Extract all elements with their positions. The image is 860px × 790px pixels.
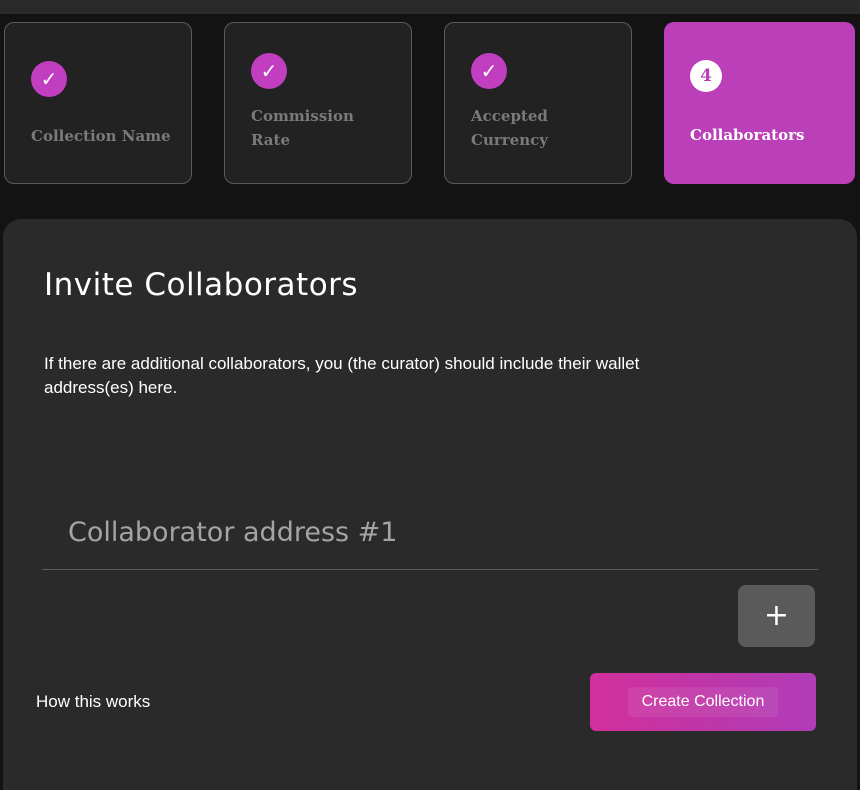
step-accepted-currency[interactable]: ✓ Accepted Currency xyxy=(444,22,632,184)
step-commission-rate[interactable]: ✓ Commission Rate xyxy=(224,22,412,184)
create-collection-label: Create Collection xyxy=(627,687,779,717)
step-label: Commission Rate xyxy=(251,107,354,149)
panel-description: If there are additional collaborators, y… xyxy=(44,354,640,397)
top-bar xyxy=(0,0,860,14)
check-icon: ✓ xyxy=(471,53,507,89)
check-icon: ✓ xyxy=(251,53,287,89)
how-this-works-link[interactable]: How this works xyxy=(36,692,150,712)
collaborator-address-field xyxy=(42,505,818,570)
step-label: Collaborators xyxy=(690,126,805,144)
create-collection-button[interactable]: Create Collection xyxy=(590,673,816,731)
page: ✓ Collection Name ✓ Commission Rate ✓ Ac… xyxy=(0,0,860,790)
step-label: Collection Name xyxy=(31,127,171,145)
step-collection-name[interactable]: ✓ Collection Name xyxy=(4,22,192,184)
step-collaborators[interactable]: 4 Collaborators xyxy=(664,22,855,184)
panel-title: Invite Collaborators xyxy=(44,267,359,303)
plus-icon: + xyxy=(763,598,790,633)
step-number-badge: 4 xyxy=(690,60,722,92)
invite-collaborators-panel: Invite Collaborators If there are additi… xyxy=(3,219,857,790)
step-label: Accepted Currency xyxy=(471,107,548,149)
add-collaborator-button[interactable]: + xyxy=(738,585,815,647)
check-icon: ✓ xyxy=(31,61,67,97)
collaborator-address-input[interactable] xyxy=(66,511,810,553)
